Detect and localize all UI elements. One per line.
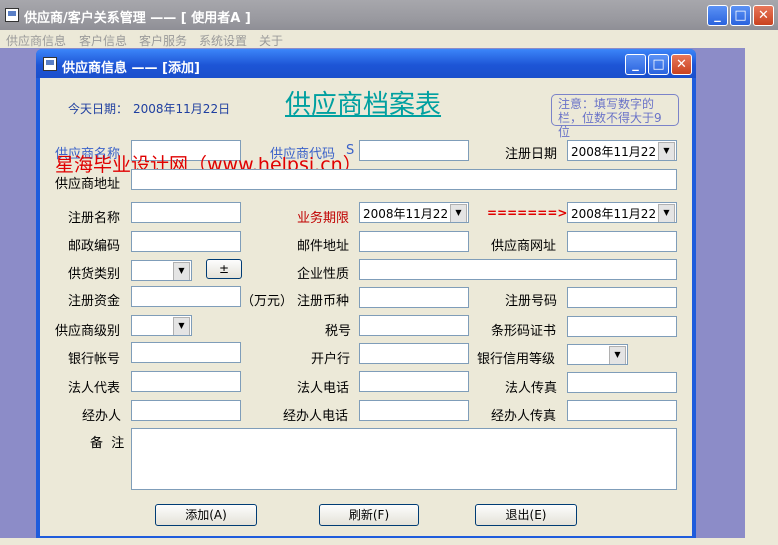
supply-category-select[interactable]: ▼ xyxy=(131,260,192,281)
menu-customer-info[interactable]: 客户信息 xyxy=(79,32,127,49)
outer-close-icon[interactable]: ✕ xyxy=(753,5,774,26)
supplier-address-input[interactable] xyxy=(131,169,677,190)
supplier-code-input[interactable] xyxy=(359,140,469,161)
capital-input[interactable] xyxy=(131,286,241,307)
child-minimize-icon[interactable]: _ xyxy=(625,54,646,75)
child-app-icon[interactable] xyxy=(43,57,57,71)
menu-customer-service[interactable]: 客户服务 xyxy=(139,32,187,49)
dropdown-arrow-icon[interactable]: ▼ xyxy=(173,262,190,280)
register-name-input[interactable] xyxy=(131,202,241,223)
outer-window-title: 供应商/客户关系管理 —— [ 使用者A ] xyxy=(24,11,251,26)
bank-account-label: 银行帐号 xyxy=(68,352,121,367)
legal-fax-label: 法人传真 xyxy=(505,381,558,396)
today-label: 今天日期： xyxy=(68,102,129,116)
supply-category-label: 供货类别 xyxy=(68,267,121,282)
mdi-bottom-strip xyxy=(0,538,778,545)
remarks-label: 备 注 xyxy=(90,436,125,451)
handler-phone-label: 经办人电话 xyxy=(283,409,349,424)
register-date-label: 注册日期 xyxy=(505,147,558,162)
supplier-address-label: 供应商地址 xyxy=(55,177,121,192)
app-icon[interactable] xyxy=(5,8,19,22)
child-close-icon[interactable]: ✕ xyxy=(671,54,692,75)
outer-minimize-icon[interactable]: _ xyxy=(707,5,728,26)
legal-phone-input[interactable] xyxy=(359,371,469,392)
bank-account-input[interactable] xyxy=(131,342,241,363)
menu-system-settings[interactable]: 系统设置 xyxy=(199,32,247,49)
mail-address-label: 邮件地址 xyxy=(297,239,350,254)
currency-input[interactable] xyxy=(359,287,469,308)
handler-input[interactable] xyxy=(131,400,241,421)
barcode-cert-input[interactable] xyxy=(567,316,677,337)
website-label: 供应商网址 xyxy=(491,239,557,254)
exit-button[interactable]: 退出(E) xyxy=(475,504,577,526)
form-heading: 供应商档案表 xyxy=(285,90,442,120)
bank-label: 开户行 xyxy=(311,352,351,367)
handler-phone-input[interactable] xyxy=(359,400,469,421)
postal-code-input[interactable] xyxy=(131,231,241,252)
refresh-button[interactable]: 刷新(F) xyxy=(319,504,419,526)
period-end-picker[interactable]: 2008年11月22日 ▼ xyxy=(567,202,677,223)
legal-phone-label: 法人电话 xyxy=(297,381,350,396)
mail-address-input[interactable] xyxy=(359,231,469,252)
handler-fax-input[interactable] xyxy=(567,400,677,421)
legal-rep-input[interactable] xyxy=(131,371,241,392)
mdi-right-strip xyxy=(745,48,778,538)
menu-about[interactable]: 关于 xyxy=(259,32,283,49)
dropdown-arrow-icon[interactable]: ▼ xyxy=(658,204,675,222)
postal-code-label: 邮政编码 xyxy=(68,239,121,254)
currency-label: 注册币种 xyxy=(297,294,350,309)
child-window-title: 供应商信息 —— [添加] xyxy=(62,61,200,76)
dropdown-arrow-icon[interactable]: ▼ xyxy=(173,317,190,335)
bank-input[interactable] xyxy=(359,343,469,364)
dropdown-arrow-icon[interactable]: ▼ xyxy=(450,204,467,222)
menu-supplier-info[interactable]: 供应商信息 xyxy=(6,32,66,49)
plusminus-button[interactable]: ± xyxy=(206,259,242,279)
register-name-label: 注册名称 xyxy=(68,211,121,226)
register-number-label: 注册号码 xyxy=(505,294,558,309)
dropdown-arrow-icon[interactable]: ▼ xyxy=(609,346,626,364)
register-date-value: 2008年11月22日 xyxy=(571,145,669,159)
add-button[interactable]: 添加(A) xyxy=(155,504,257,526)
supplier-level-select[interactable]: ▼ xyxy=(131,315,192,336)
website-input[interactable] xyxy=(567,231,677,252)
period-start-value: 2008年11月22日 xyxy=(363,207,461,221)
outer-maximize-icon[interactable]: □ xyxy=(730,5,751,26)
company-nature-label: 企业性质 xyxy=(297,267,350,282)
period-end-value: 2008年11月22日 xyxy=(571,207,669,221)
numeric-field-note: 注意：填写数字的栏，位数不得大于9位 xyxy=(551,94,679,139)
tax-number-input[interactable] xyxy=(359,315,469,336)
tax-number-label: 税号 xyxy=(325,324,352,339)
bank-credit-select[interactable]: ▼ xyxy=(567,344,628,365)
register-date-picker[interactable]: 2008年11月22日 ▼ xyxy=(567,140,677,161)
dropdown-arrow-icon[interactable]: ▼ xyxy=(658,142,675,160)
business-period-label: 业务期限 xyxy=(297,211,350,226)
capital-label: 注册资金 xyxy=(68,294,121,309)
legal-rep-label: 法人代表 xyxy=(68,381,121,396)
period-arrow: =======>> xyxy=(487,206,578,220)
register-number-input[interactable] xyxy=(567,287,677,308)
bank-credit-label: 银行信用等级 xyxy=(477,352,556,367)
today-value: 2008年11月22日 xyxy=(133,102,231,116)
period-start-picker[interactable]: 2008年11月22日 ▼ xyxy=(359,202,469,223)
company-nature-input[interactable] xyxy=(359,259,677,280)
legal-fax-input[interactable] xyxy=(567,372,677,393)
supplier-level-label: 供应商级别 xyxy=(55,324,121,339)
barcode-cert-label: 条形码证书 xyxy=(491,324,557,339)
remarks-textarea[interactable] xyxy=(131,428,677,490)
handler-label: 经办人 xyxy=(82,409,122,424)
capital-unit: （万元） xyxy=(241,294,294,309)
child-maximize-icon[interactable]: □ xyxy=(648,54,669,75)
handler-fax-label: 经办人传真 xyxy=(491,409,557,424)
